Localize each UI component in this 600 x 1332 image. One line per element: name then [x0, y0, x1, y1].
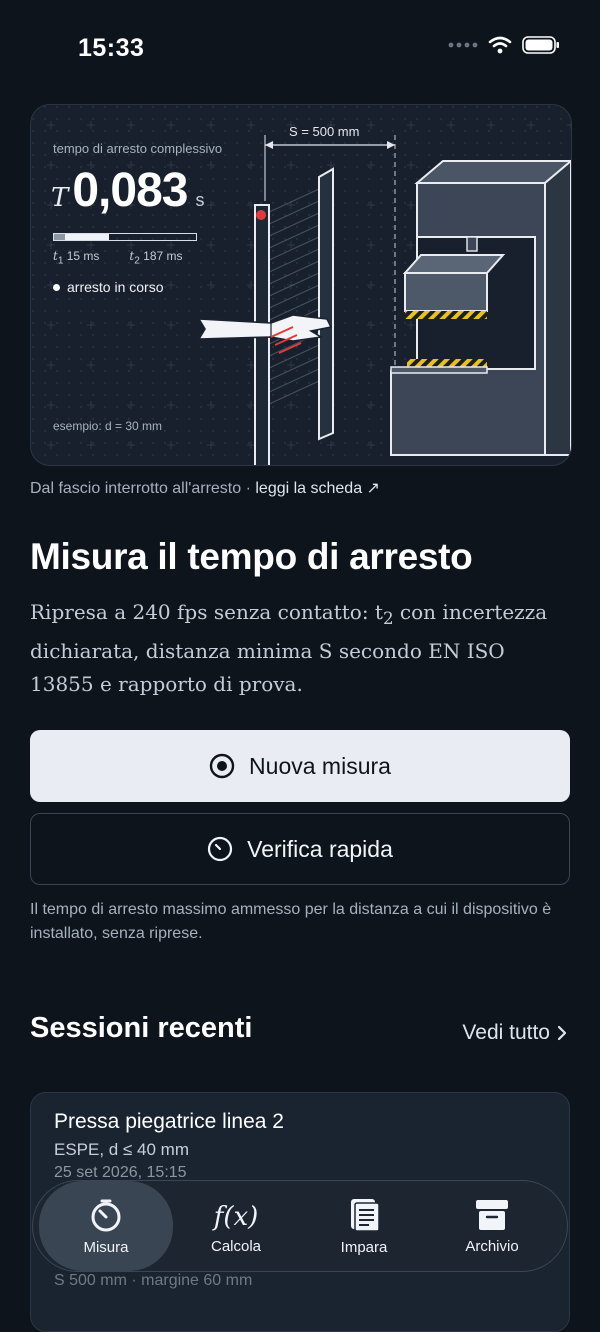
tab-bar: Misura f(x) Calcola Impara Archivio	[32, 1180, 568, 1272]
chevron-right-icon	[557, 1025, 567, 1041]
status-icons	[448, 36, 560, 54]
session-subtitle: ESPE, d ≤ 40 mm	[54, 1140, 189, 1159]
tab-misura[interactable]: Misura	[39, 1181, 173, 1271]
wifi-icon	[488, 36, 512, 54]
s-distance-label: S = 500 mm	[289, 124, 360, 139]
session-name: Pressa piegatrice linea 2	[54, 1110, 284, 1133]
battery-icon	[522, 36, 559, 54]
new-measurement-label: Nuova misura	[249, 752, 391, 779]
quick-check-button[interactable]: Verifica rapida	[30, 813, 570, 885]
read-sheet-link[interactable]: leggi la scheda ↗	[255, 480, 380, 497]
time-segment-labels: t1 15 ms t2 187 ms	[53, 249, 183, 266]
stop-time-number: 0,083	[72, 164, 188, 217]
svg-text:f(x): f(x)	[212, 1202, 259, 1232]
tab-label: Misura	[83, 1238, 129, 1256]
record-icon	[209, 753, 235, 779]
stop-time-value: T 0,083 s	[51, 163, 204, 218]
status-label: arresto in corso	[67, 279, 164, 295]
t2-label: t2 187 ms	[129, 249, 183, 267]
tab-impara[interactable]: Impara	[297, 1181, 431, 1271]
caption-text: Dal fascio interrotto all'arresto ·	[30, 480, 256, 497]
hero-footer-caption: Dal fascio interrotto all'arresto · legg…	[30, 478, 380, 498]
status-time: 15:33	[78, 34, 145, 62]
stop-time-progress-bar	[53, 233, 197, 241]
stopwatch-icon	[91, 1199, 121, 1231]
tab-label: Calcola	[210, 1237, 262, 1255]
quick-check-label: Verifica rapida	[247, 835, 393, 862]
progress-t1-segment	[54, 234, 66, 240]
archive-box-icon	[476, 1199, 508, 1230]
see-all-link[interactable]: Vedi tutto	[462, 1021, 568, 1045]
tab-archivio[interactable]: Archivio	[425, 1181, 559, 1271]
function-icon: f(x)	[212, 1202, 259, 1232]
status-dot-icon	[53, 283, 60, 291]
stop-time-unit: s	[195, 190, 205, 210]
cellular-icon	[448, 42, 478, 48]
book-icon	[351, 1198, 380, 1232]
tab-label: Archivio	[465, 1237, 519, 1255]
stop-status: arresto in corso	[53, 279, 163, 295]
stop-time-symbol: T	[51, 183, 69, 213]
clock-icon	[208, 836, 233, 862]
stop-time-illustration-card[interactable]: tempo di arresto complessivo T 0,083 s t…	[30, 104, 572, 466]
page-description: Ripresa a 240 fps senza contatto: t2 con…	[30, 600, 548, 696]
tab-calcola[interactable]: f(x) Calcola	[169, 1181, 303, 1271]
session-footer: S 500 mm · margine 60 mm	[54, 1272, 253, 1289]
recent-sessions-title: Sessioni recenti	[30, 1012, 253, 1044]
hero-caption: tempo di arresto complessivo	[53, 141, 223, 156]
see-all-label: Vedi tutto	[462, 1021, 550, 1044]
example-label: esempio: d = 30 mm	[53, 419, 163, 433]
tab-label: Impara	[340, 1238, 388, 1256]
page-title: Misura il tempo di arresto	[30, 536, 473, 577]
new-measurement-button[interactable]: Nuova misura	[30, 730, 570, 802]
quick-check-help: Il tempo di arresto massimo ammesso per …	[30, 901, 552, 942]
t1-label: t1 15 ms	[53, 249, 100, 267]
